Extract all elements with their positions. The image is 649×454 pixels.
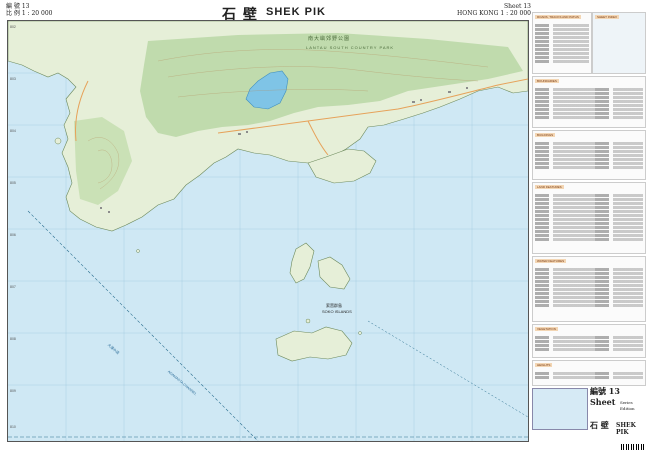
legend-block: WATER FEATURES bbox=[532, 256, 646, 322]
grid-ref: 805 bbox=[10, 181, 16, 185]
scale-en: HONG KONG 1 : 20 000 bbox=[457, 10, 531, 17]
grid-ref: 806 bbox=[10, 233, 16, 237]
sheet-name-en: SHEK PIK bbox=[616, 422, 636, 436]
legend-panel: ROADS, TRACKS AND PATHS SHEET INDEX BOUN… bbox=[532, 12, 646, 442]
sheet-number-en: Sheet 13 bbox=[503, 3, 531, 10]
sheet-number-cn: 編 號 13 bbox=[6, 3, 30, 10]
scale-cn: 比 例 1 : 20 000 bbox=[6, 10, 53, 17]
park-label-cn: 南大嶼郊野公園 bbox=[308, 36, 351, 42]
islet bbox=[54, 137, 62, 145]
legend-title: VEGETATION bbox=[535, 327, 558, 331]
grid-ref: 807 bbox=[10, 285, 16, 289]
islands-label-en: SOKO ISLANDS bbox=[322, 309, 352, 314]
title-en: SHEK PIK bbox=[266, 6, 326, 18]
barcode bbox=[621, 444, 645, 450]
islet bbox=[358, 331, 362, 335]
grid-ref: 804 bbox=[10, 129, 16, 133]
legend-title: HEIGHTS bbox=[535, 363, 553, 367]
edition-label: Edition bbox=[620, 406, 635, 411]
legend-title: BUILDINGS bbox=[535, 133, 556, 137]
legend-title: WATER FEATURES bbox=[535, 259, 567, 263]
legend-block: HEIGHTS bbox=[532, 360, 646, 386]
header-right: Sheet 13 HONG KONG 1 : 20 000 bbox=[457, 3, 531, 17]
series-label: Series bbox=[620, 400, 633, 405]
grid-ref: 810 bbox=[10, 425, 16, 429]
header-left: 編 號 13 比 例 1 : 20 000 bbox=[6, 3, 52, 17]
map-frame[interactable]: 南大嶼郊野公園 LANTAU SOUTH COUNTRY PARK 索罟群島 S… bbox=[7, 20, 529, 442]
legend-title: ROADS, TRACKS AND PATHS bbox=[535, 15, 581, 19]
legend-block: BOUNDARIES bbox=[532, 76, 646, 128]
legend-title: LAND FEATURES bbox=[535, 185, 564, 189]
grid-ref: 803 bbox=[10, 77, 16, 81]
legend-block: LAND FEATURES bbox=[532, 182, 646, 254]
legend-title: SHEET INDEX bbox=[595, 15, 619, 19]
park-label-en: LANTAU SOUTH COUNTRY PARK bbox=[306, 45, 395, 50]
grid-ref: 809 bbox=[10, 389, 16, 393]
legend-block: BUILDINGS bbox=[532, 130, 646, 180]
legend-block: VEGETATION bbox=[532, 324, 646, 358]
sheet-name-cn: 石 壁 bbox=[590, 421, 609, 430]
legend-location-map: SHEET INDEX bbox=[592, 12, 646, 74]
legend-title: BOUNDARIES bbox=[535, 79, 559, 83]
sheet-info: 編號 13 Sheet Series Edition 石 壁 SHEK PIK bbox=[532, 386, 644, 436]
map-svg bbox=[8, 21, 528, 441]
grid-ref: 802 bbox=[10, 25, 16, 29]
grid-ref: 808 bbox=[10, 337, 16, 341]
legend-block: ROADS, TRACKS AND PATHS bbox=[532, 12, 592, 74]
islet bbox=[305, 318, 311, 324]
islet bbox=[136, 249, 140, 253]
sheet-label: 編號 13 Sheet bbox=[590, 386, 620, 407]
sheet-index-map bbox=[532, 388, 588, 430]
